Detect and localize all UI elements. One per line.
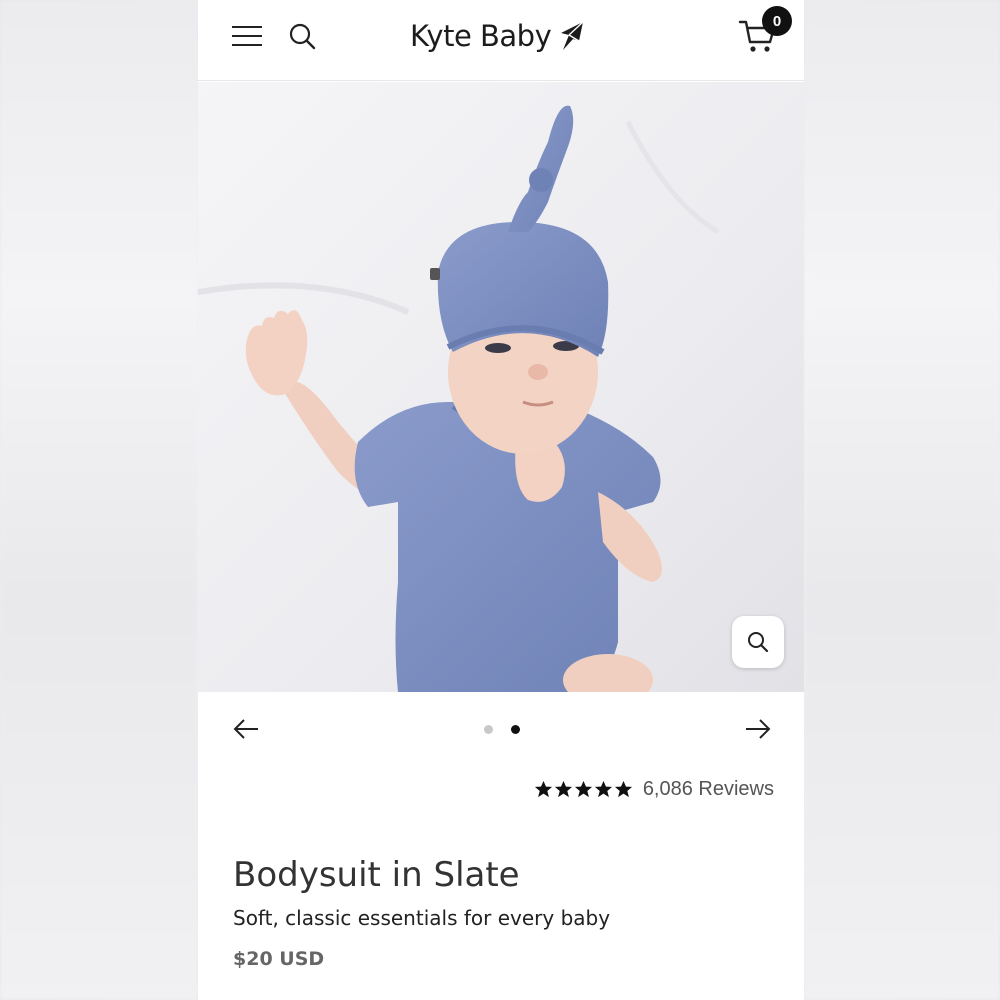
brand-logo-text: Kyte Baby [410,19,552,53]
product-title: Bodysuit in Slate [233,854,520,895]
carousel-dot-1[interactable] [484,725,493,734]
arrow-left-icon[interactable] [231,714,261,744]
background-blur-right [804,0,1000,1000]
product-rating[interactable]: 6,086 Reviews [534,778,774,801]
product-price: $20 USD [233,948,325,970]
star-rating [534,780,633,799]
kite-logo-icon [561,21,584,50]
mobile-screen: Kyte Baby 0 6,086 Reviews Bodysuit in Sl… [198,0,804,1000]
product-image[interactable] [198,82,804,692]
zoom-button[interactable] [732,616,784,668]
brand-logo[interactable]: Kyte Baby [410,16,585,56]
cart-count-badge: 0 [762,6,792,36]
hamburger-menu-icon[interactable] [232,24,262,48]
magnifier-zoom-icon [748,632,769,653]
carousel-navigation [198,694,804,764]
arrow-right-icon[interactable] [743,714,773,744]
product-subtitle: Soft, classic essentials for every baby [233,906,611,930]
search-icon[interactable] [288,22,316,50]
star-icon [594,780,612,798]
star-icon [554,780,572,798]
star-icon [574,780,592,798]
star-icon [614,780,632,798]
background-blur-left [0,0,198,1000]
reviews-count-link[interactable]: 6,086 Reviews [643,778,774,801]
star-icon [534,780,552,798]
baby-photo-illustration [198,82,804,692]
carousel-dot-2[interactable] [511,725,520,734]
carousel-dots [484,725,520,734]
site-header: Kyte Baby 0 [198,0,804,81]
